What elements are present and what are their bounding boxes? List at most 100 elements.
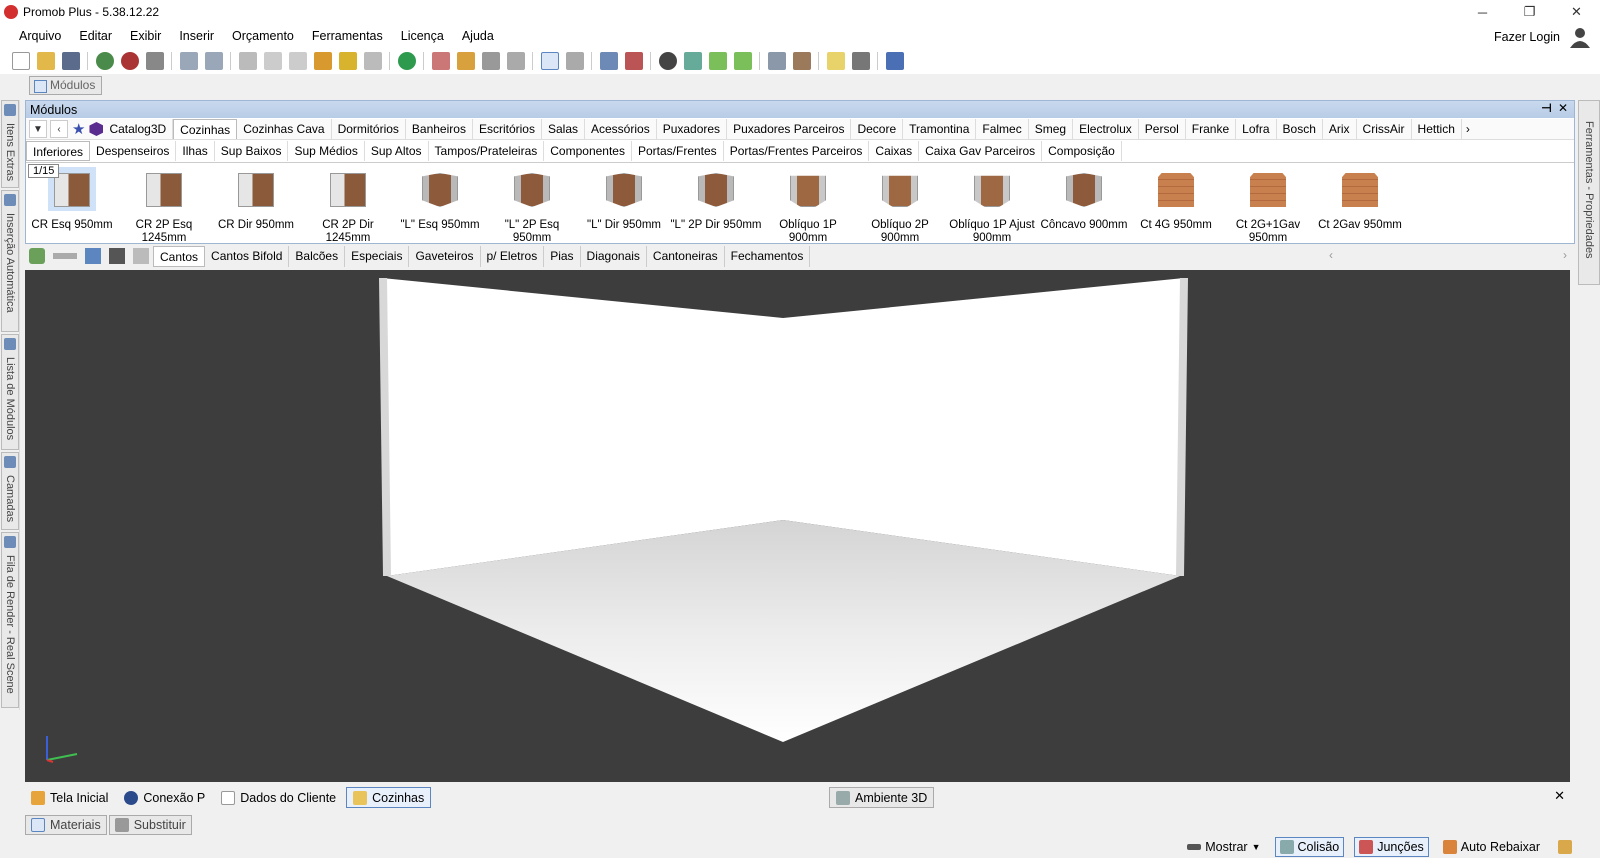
subtab-componentes[interactable]: Componentes bbox=[544, 140, 632, 161]
shape-icon[interactable] bbox=[481, 52, 500, 70]
filter-pias[interactable]: Pias bbox=[544, 245, 581, 267]
modulos-tab[interactable]: Módulos bbox=[29, 76, 103, 95]
render-icon[interactable] bbox=[95, 52, 114, 70]
filter-fechamentos[interactable]: Fechamentos bbox=[725, 245, 811, 267]
module-thumbnail[interactable]: CR Dir 950mm bbox=[210, 163, 302, 241]
new-icon[interactable] bbox=[11, 52, 30, 70]
subtab-sup-baixos[interactable]: Sup Baixos bbox=[215, 140, 289, 161]
tab-substituir[interactable]: Substituir bbox=[108, 815, 192, 835]
module-thumbnail[interactable]: Côncavo 900mm bbox=[1038, 163, 1130, 241]
tab-tramontina[interactable]: Tramontina bbox=[903, 119, 977, 139]
favorites-star-icon[interactable]: ★ bbox=[72, 120, 85, 138]
tab-arix[interactable]: Arix bbox=[1323, 119, 1357, 139]
tab-salas[interactable]: Salas bbox=[542, 119, 585, 139]
menu-orcamento[interactable]: Orçamento bbox=[223, 29, 303, 43]
arrow-right-icon[interactable] bbox=[733, 52, 752, 70]
dock-tab-ferramentas-propriedades[interactable]: Ferramentas - Propriedades bbox=[1578, 100, 1600, 285]
cut-icon[interactable] bbox=[238, 52, 257, 70]
filter-p-eletros[interactable]: p/ Eletros bbox=[481, 245, 545, 267]
dock-tab-camadas[interactable]: Camadas bbox=[1, 452, 19, 530]
subtab-portas-frentes[interactable]: Portas/Frentes bbox=[632, 140, 724, 161]
budget-icon[interactable] bbox=[397, 52, 416, 70]
subtab-inferiores[interactable]: Inferiores bbox=[26, 140, 91, 161]
scroll-left-icon[interactable]: ‹ bbox=[50, 120, 68, 138]
panel-close-icon[interactable]: ✕ bbox=[1558, 101, 1568, 115]
login-link[interactable]: Fazer Login bbox=[1494, 30, 1560, 44]
dock-tab-insercao-automatica[interactable]: Inserção Automática bbox=[1, 190, 19, 332]
module-thumbnail[interactable]: "L" Dir 950mm bbox=[578, 163, 670, 241]
filter-cantos[interactable]: Cantos bbox=[153, 245, 206, 267]
pin-icon[interactable]: ⊣ bbox=[1541, 101, 1552, 115]
scroll-right-icon[interactable]: › bbox=[1466, 122, 1470, 136]
select-pointer-icon[interactable] bbox=[540, 52, 559, 70]
layers-icon[interactable] bbox=[599, 52, 618, 70]
undo-icon[interactable] bbox=[179, 52, 198, 70]
arrow-left-icon[interactable] bbox=[708, 52, 727, 70]
menu-exibir[interactable]: Exibir bbox=[121, 29, 170, 43]
menu-ferramentas[interactable]: Ferramentas bbox=[303, 29, 392, 43]
subtab-sup-altos[interactable]: Sup Altos bbox=[365, 140, 429, 161]
search-binoculars-icon[interactable] bbox=[109, 248, 125, 264]
subtab-caixa-gav-parceiros[interactable]: Caixa Gav Parceiros bbox=[919, 140, 1043, 161]
paint-icon[interactable] bbox=[338, 52, 357, 70]
tab-electrolux[interactable]: Electrolux bbox=[1073, 119, 1139, 139]
filter-balcoes[interactable]: Balcões bbox=[289, 245, 346, 267]
filter-gaveteiros[interactable]: Gaveteiros bbox=[409, 245, 481, 267]
tab-hettich[interactable]: Hettich bbox=[1412, 119, 1462, 139]
tools-wrench-icon[interactable] bbox=[1554, 837, 1580, 857]
doc-tab-cozinhas[interactable]: Cozinhas bbox=[346, 787, 432, 808]
module-thumbnail[interactable]: Oblíquo 1P Ajust 900mm bbox=[946, 163, 1038, 244]
restore-button[interactable]: ❐ bbox=[1506, 0, 1553, 24]
print-icon[interactable] bbox=[145, 52, 164, 70]
tab-lofra[interactable]: Lofra bbox=[1236, 119, 1277, 139]
module-thumbnail[interactable]: "L" 2P Dir 950mm bbox=[670, 163, 762, 241]
module-thumbnail[interactable]: Ct 2Gav 950mm bbox=[1314, 163, 1406, 241]
module-thumbnail[interactable]: Ct 4G 950mm bbox=[1130, 163, 1222, 241]
subtab-caixas[interactable]: Caixas bbox=[869, 140, 920, 161]
module-thumbnail[interactable]: Oblíquo 1P 900mm bbox=[762, 163, 854, 244]
dropdown-icon[interactable]: ▼ bbox=[29, 120, 47, 138]
lock-icon[interactable] bbox=[133, 248, 149, 264]
module-thumbnail[interactable]: Ct 2G+1Gav 950mm bbox=[1222, 163, 1314, 244]
copy-icon[interactable] bbox=[263, 52, 282, 70]
dock-tab-lista-modulos[interactable]: Lista de Módulos bbox=[1, 334, 19, 450]
minimize-button[interactable]: ─ bbox=[1459, 0, 1506, 24]
view-icon[interactable] bbox=[767, 52, 786, 70]
thumb-scroll-left-icon[interactable]: ‹ bbox=[1329, 248, 1333, 262]
tab-persol[interactable]: Persol bbox=[1139, 119, 1186, 139]
tab-cozinhas-cava[interactable]: Cozinhas Cava bbox=[237, 119, 332, 139]
subtab-sup-medios[interactable]: Sup Médios bbox=[288, 140, 365, 161]
save-icon[interactable] bbox=[61, 52, 80, 70]
options-dropdown-icon[interactable] bbox=[53, 253, 77, 259]
tab-falmec[interactable]: Falmec bbox=[976, 119, 1029, 139]
juncoes-toggle[interactable]: Junções bbox=[1354, 837, 1429, 857]
group-icon[interactable] bbox=[431, 52, 450, 70]
filter-cantoneiras[interactable]: Cantoneiras bbox=[647, 245, 725, 267]
close-button[interactable]: ✕ bbox=[1553, 0, 1600, 24]
menu-inserir[interactable]: Inserir bbox=[170, 29, 223, 43]
dimension-icon[interactable] bbox=[624, 52, 643, 70]
menu-licenca[interactable]: Licença bbox=[392, 29, 453, 43]
filter-diagonais[interactable]: Diagonais bbox=[581, 245, 647, 267]
subtab-despenseiros[interactable]: Despenseiros bbox=[90, 140, 177, 161]
paste-icon[interactable] bbox=[288, 52, 307, 70]
render-settings-icon[interactable] bbox=[120, 52, 139, 70]
module-thumbnail[interactable]: CR 2P Dir 1245mm bbox=[302, 163, 394, 244]
auto-rebaixar-toggle[interactable]: Auto Rebaixar bbox=[1439, 837, 1544, 857]
dock-tab-fila-render[interactable]: Fila de Render - Real Scene bbox=[1, 532, 19, 708]
tab-materiais[interactable]: Materiais bbox=[25, 815, 107, 835]
subtab-composicao[interactable]: Composição bbox=[1042, 140, 1122, 161]
subtab-ilhas[interactable]: Ilhas bbox=[176, 140, 215, 161]
close-document-icon[interactable]: ✕ bbox=[1554, 788, 1565, 804]
ambiente-3d-tab[interactable]: Ambiente 3D bbox=[829, 787, 935, 808]
tab-acessorios[interactable]: Acessórios bbox=[585, 119, 657, 139]
open-folder-icon[interactable] bbox=[36, 52, 55, 70]
delete-icon[interactable] bbox=[363, 52, 382, 70]
module-thumbnail[interactable]: "L" 2P Esq 950mm bbox=[486, 163, 578, 244]
user-icon[interactable] bbox=[1568, 26, 1592, 48]
filter-especiais[interactable]: Especiais bbox=[345, 245, 410, 267]
tab-puxadores-parceiros[interactable]: Puxadores Parceiros bbox=[727, 119, 852, 139]
insert-icon[interactable] bbox=[85, 248, 101, 264]
mostrar-dropdown[interactable]: Mostrar ▼ bbox=[1183, 837, 1264, 857]
subtab-portas-frentes-parceiros[interactable]: Portas/Frentes Parceiros bbox=[724, 140, 870, 161]
